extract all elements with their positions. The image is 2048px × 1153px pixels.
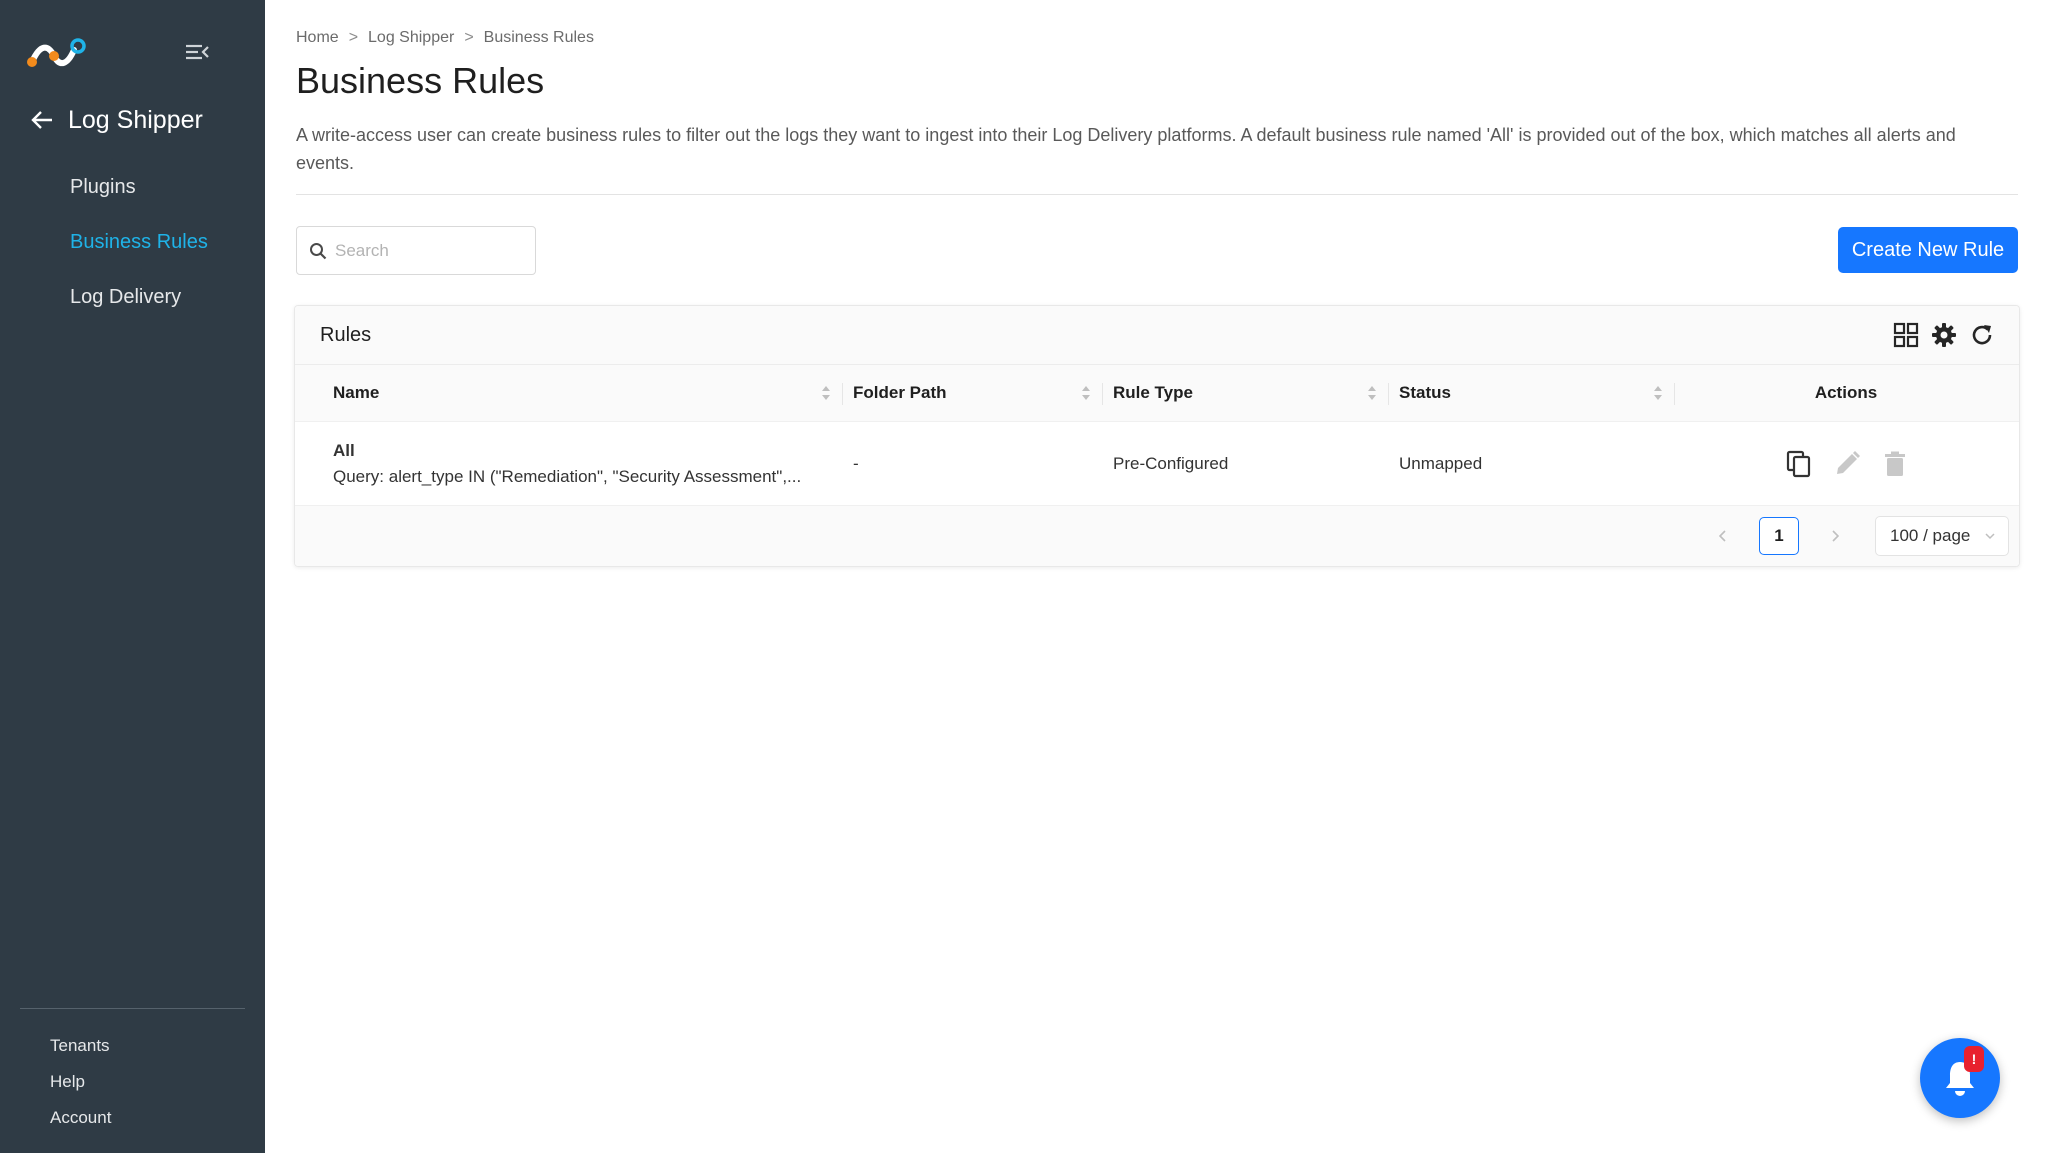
page-number[interactable]: 1 — [1759, 517, 1799, 555]
breadcrumb-separator: > — [464, 29, 474, 46]
sidebar-divider — [20, 1008, 245, 1009]
column-header-label: Actions — [1814, 383, 1878, 402]
page-size-select[interactable]: 100 / page — [1875, 516, 2009, 556]
rules-card-header: Rules — [295, 306, 2019, 365]
table-toolbar — [1893, 322, 1995, 348]
breadcrumb-current: Business Rules — [483, 29, 594, 46]
sidebar-item-account[interactable]: Account — [50, 1100, 111, 1136]
sidebar: Log Shipper Plugins Business Rules Log D… — [0, 0, 265, 1153]
rules-table-card: Rules Name Folder Path Rule Type Status … — [294, 305, 2020, 567]
column-header-rule-type[interactable]: Rule Type — [1103, 365, 1389, 421]
search-input[interactable] — [335, 240, 525, 261]
sidebar-item-tenants[interactable]: Tenants — [50, 1028, 111, 1064]
search-box[interactable] — [296, 226, 536, 275]
copy-icon[interactable] — [1785, 450, 1813, 478]
table-row[interactable]: All Query: alert_type IN ("Remediation",… — [295, 422, 2019, 506]
column-header-status[interactable]: Status — [1389, 365, 1675, 421]
sidebar-item-business-rules[interactable]: Business Rules — [70, 215, 208, 270]
menu-collapse-icon[interactable] — [184, 40, 210, 64]
chevron-down-icon — [1985, 533, 1995, 540]
column-header-label: Rule Type — [1113, 383, 1193, 402]
create-new-rule-button[interactable]: Create New Rule — [1838, 227, 2018, 273]
pencil-icon[interactable] — [1833, 450, 1861, 478]
column-header-label: Status — [1399, 383, 1451, 402]
chevron-left-icon — [1718, 530, 1726, 542]
sidebar-section-title: Log Shipper — [68, 105, 203, 134]
rule-query: Query: alert_type IN ("Remediation", "Se… — [333, 466, 802, 486]
sort-icon — [822, 386, 830, 400]
cell-actions — [1675, 450, 2019, 478]
notification-button[interactable]: ! — [1920, 1038, 2000, 1118]
column-header-actions: Actions — [1675, 365, 2019, 421]
sort-icon — [1654, 386, 1662, 400]
breadcrumb: Home > Log Shipper > Business Rules — [296, 29, 594, 47]
header-divider — [296, 194, 2018, 195]
breadcrumb-home[interactable]: Home — [296, 29, 339, 47]
column-header-name[interactable]: Name — [323, 365, 843, 421]
page-description: A write-access user can create business … — [296, 125, 1956, 173]
sort-icon — [1368, 386, 1376, 400]
trash-icon[interactable] — [1881, 450, 1909, 478]
back-to-log-shipper[interactable]: Log Shipper — [30, 100, 203, 140]
rules-card-title: Rules — [320, 323, 372, 346]
rule-name[interactable]: All — [333, 438, 843, 464]
page-size-value: 100 / page — [1890, 526, 1971, 545]
prev-page-button[interactable] — [1709, 522, 1737, 550]
breadcrumb-separator: > — [348, 29, 359, 46]
sidebar-item-log-delivery[interactable]: Log Delivery — [70, 270, 208, 325]
cell-name: All Query: alert_type IN ("Remediation",… — [323, 438, 843, 490]
page-title: Business Rules — [296, 60, 545, 101]
pagination: 1 100 / page — [295, 506, 2019, 566]
column-header-label: Folder Path — [853, 383, 947, 402]
cell-status: Unmapped — [1399, 453, 1483, 473]
brand-logo-icon[interactable] — [26, 34, 88, 70]
table-header-spacer — [295, 365, 323, 421]
grid-view-icon[interactable] — [1893, 322, 1919, 348]
cell-folder-path: - — [853, 453, 859, 473]
gear-icon[interactable] — [1931, 322, 1957, 348]
search-icon — [310, 242, 327, 259]
column-header-label: Name — [333, 383, 380, 402]
chevron-right-icon — [1832, 530, 1840, 542]
refresh-icon[interactable] — [1969, 322, 1995, 348]
cell-rule-type: Pre-Configured — [1113, 453, 1229, 473]
sort-icon — [1082, 386, 1090, 400]
sidebar-item-help[interactable]: Help — [50, 1064, 111, 1100]
sidebar-bottom-links: Tenants Help Account — [50, 1028, 111, 1136]
next-page-button[interactable] — [1821, 522, 1849, 550]
table-header-row: Name Folder Path Rule Type Status Action… — [295, 365, 2019, 422]
sidebar-nav: Plugins Business Rules Log Delivery — [70, 160, 208, 325]
breadcrumb-log-shipper[interactable]: Log Shipper — [368, 29, 454, 47]
column-header-folder-path[interactable]: Folder Path — [843, 365, 1103, 421]
notification-badge: ! — [1964, 1046, 1984, 1072]
arrow-left-icon — [31, 111, 52, 129]
sidebar-item-plugins[interactable]: Plugins — [70, 160, 208, 215]
